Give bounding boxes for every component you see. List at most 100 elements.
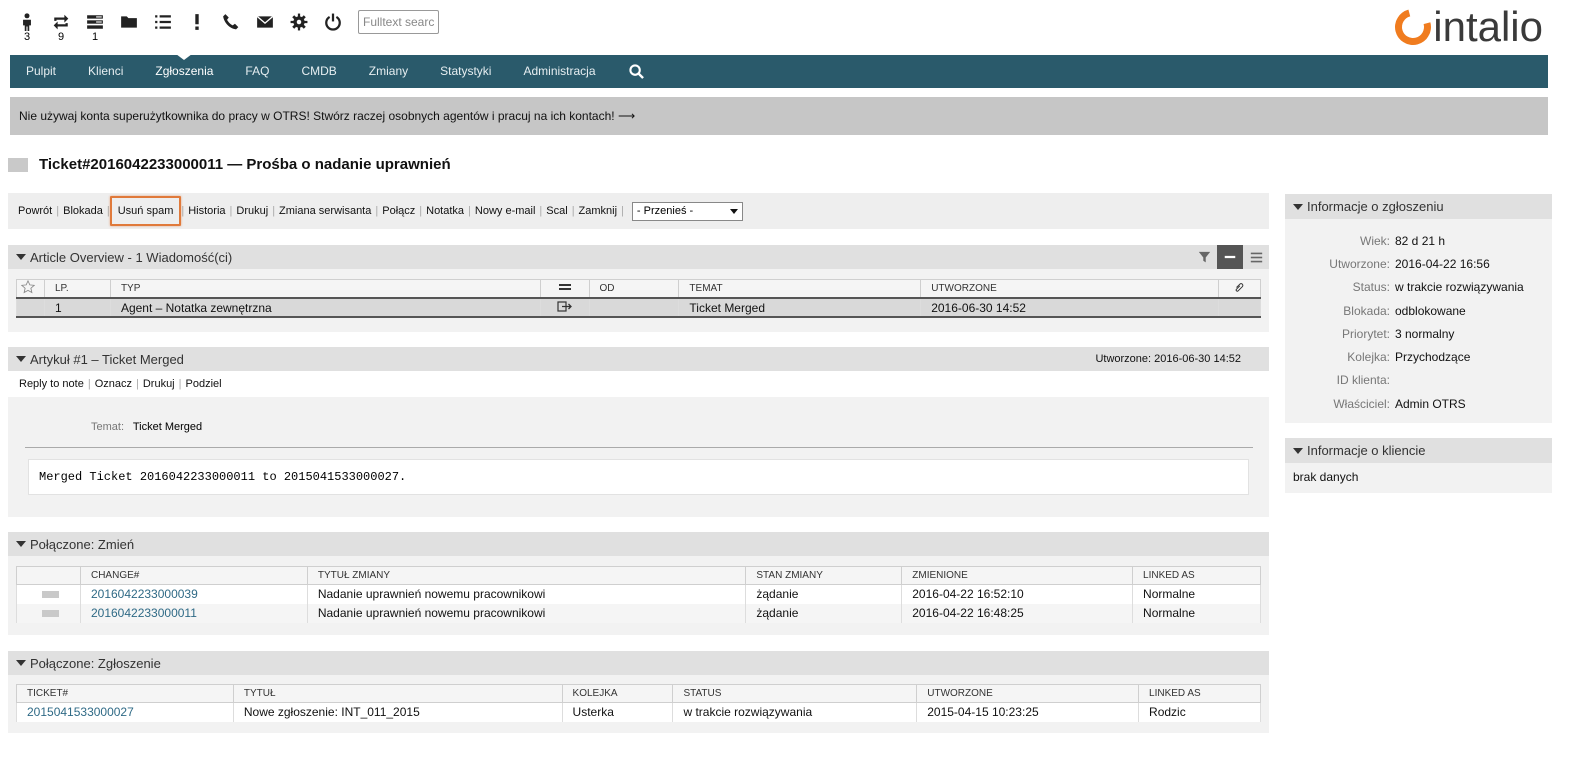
ticket-link[interactable]: 2015041533000027 [27, 705, 134, 719]
column-header-changed[interactable]: ZMIENIONE [901, 566, 1134, 585]
nav-item-pulpit[interactable]: Pulpit [10, 55, 72, 88]
article-body: Merged Ticket 2016042233000011 to 201504… [28, 459, 1249, 495]
article-from [588, 298, 680, 318]
new-email-button[interactable]: Nowy e-mail [471, 205, 540, 217]
split-button[interactable]: Podziel [182, 378, 226, 390]
article-header[interactable]: Artykuł #1 – Ticket Merged Utworzone: 20… [8, 347, 1269, 371]
history-button[interactable]: Historia [184, 205, 229, 217]
column-header-from[interactable]: OD [588, 279, 680, 299]
column-header-queue[interactable]: KOLEJKA [561, 684, 674, 703]
nav-item-cmdb[interactable]: CMDB [285, 55, 352, 88]
column-header-num[interactable]: LP. [43, 279, 111, 299]
change-link[interactable]: 2016042233000039 [91, 587, 198, 601]
ticket-num-cell: 2015041533000027 [16, 702, 234, 722]
article-overview-widget: Article Overview - 1 Wiadomość(ci) LP. T… [8, 245, 1269, 332]
ticket-status: w trakcie rozwiązywania [672, 702, 918, 722]
article-print-button[interactable]: Drukuj [139, 378, 179, 390]
customer-info-header[interactable]: Informacje o kliencie [1285, 438, 1552, 463]
remove-spam-button[interactable]: Usuń spam [109, 196, 182, 226]
column-header-ticket-num[interactable]: TICKET# [16, 684, 234, 703]
folder-icon [121, 16, 137, 28]
column-header-linked-as[interactable]: LINKED AS [1138, 684, 1261, 703]
toolbar-responsible-tickets[interactable]: 1 [78, 8, 112, 44]
mark-button[interactable]: Oznacz [91, 378, 136, 390]
toolbar-queue-view[interactable] [112, 8, 146, 44]
toolbar-locked-tickets[interactable]: 3 [10, 8, 44, 44]
merge-button[interactable]: Scal [542, 205, 571, 217]
reply-to-note-button[interactable]: Reply to note [15, 378, 88, 390]
toolbar-status-view[interactable] [146, 8, 180, 44]
column-header-subject[interactable]: TEMAT [678, 279, 922, 299]
column-header-attachment[interactable] [1217, 279, 1262, 299]
fulltext-search-input[interactable] [358, 10, 439, 34]
lock-button[interactable]: Blokada [59, 205, 107, 217]
column-header-direction[interactable] [539, 279, 590, 299]
filter-button[interactable] [1191, 245, 1217, 269]
nav-item-statystyki[interactable]: Statystyki [424, 55, 507, 88]
change-owner-button[interactable]: Zmiana serwisanta [275, 205, 375, 217]
column-header-ticket-title[interactable]: TYTUŁ [232, 684, 563, 703]
move-queue-select[interactable]: - Przenieś - [631, 201, 743, 221]
nav-item-zgloszenia[interactable]: Zgłoszenia [139, 54, 229, 88]
toolbar-new-phone-ticket[interactable] [214, 8, 248, 44]
superuser-notice[interactable]: Nie używaj konta superużytkownika do pra… [10, 97, 1548, 135]
column-header-type[interactable]: TYP [109, 279, 541, 299]
column-header-linked-as[interactable]: LINKED AS [1132, 566, 1261, 585]
toolbar-new-email-ticket[interactable] [248, 8, 282, 44]
ticket-action-bar: Powrót | Blokada | Usuń spam | Historia | Dr… [8, 193, 1269, 229]
customer-info-title: Informacje o kliencie [1307, 443, 1426, 458]
info-key: Blokada: [1343, 303, 1390, 318]
info-key: Wiek: [1360, 233, 1390, 248]
toolbar-escalation-view[interactable] [180, 8, 214, 44]
state-indicator-cell [16, 603, 81, 623]
info-row-queue: Kolejka: Przychodzące [1285, 345, 1552, 368]
column-header-created[interactable]: UTWORZONE [920, 279, 1219, 299]
info-key: Utworzone: [1329, 256, 1390, 271]
article-num: 1 [43, 298, 111, 318]
info-value: w trakcie rozwiązywania [1395, 280, 1524, 295]
column-header-change-title[interactable]: TYTUŁ ZMIANY [306, 566, 747, 585]
ticket-created: 2015-04-15 10:23:25 [916, 702, 1140, 722]
collapse-view-button[interactable] [1217, 245, 1243, 269]
article-overview-table: LP. TYP OD TEMAT UTWORZONE 1 Agent – Not… [16, 279, 1262, 318]
back-button[interactable]: Powrót [14, 205, 56, 217]
change-state: żądanie [745, 584, 903, 604]
nav-item-klienci[interactable]: Klienci [72, 55, 139, 88]
nav-item-zmiany[interactable]: Zmiany [353, 55, 424, 88]
table-row: 2016042233000011 Nadanie uprawnień nowem… [16, 603, 1261, 623]
ticket-info-header[interactable]: Informacje o zgłoszeniu [1285, 194, 1552, 219]
column-header-status[interactable]: STATUS [672, 684, 918, 703]
article-overview-header[interactable]: Article Overview - 1 Wiadomość(ci) [8, 245, 1269, 269]
ticket-info-rows: Wiek: 82 d 21 h Utworzone: 2016-04-22 16:5… [1285, 219, 1552, 423]
table-row: 2015041533000027 Nowe zgłoszenie: INT_01… [16, 702, 1261, 722]
change-title: Nadanie uprawnień nowemu pracownikowi [306, 584, 747, 604]
overview-tools [1191, 245, 1269, 269]
expand-view-button[interactable] [1243, 245, 1269, 269]
linked-changes-header[interactable]: Połączone: Zmień [8, 532, 1269, 556]
nav-item-faq[interactable]: FAQ [229, 55, 285, 88]
nav-item-administracja[interactable]: Administracja [507, 55, 611, 88]
note-button[interactable]: Notatka [422, 205, 468, 217]
print-button[interactable]: Drukuj [232, 205, 272, 217]
article-created: 2016-06-30 14:52 [920, 298, 1219, 318]
info-row-lock: Blokada: odblokowane [1285, 299, 1552, 322]
info-key: Właściciel: [1333, 396, 1390, 411]
toolbar-preferences[interactable] [282, 8, 316, 44]
linked-tickets-header[interactable]: Połączone: Zgłoszenie [8, 651, 1269, 675]
column-header-created[interactable]: UTWORZONE [916, 684, 1140, 703]
close-button[interactable]: Zamknij [575, 205, 622, 217]
info-value: 82 d 21 h [1395, 233, 1446, 248]
toolbar-logout[interactable] [316, 8, 350, 44]
column-header-change-num[interactable]: CHANGE# [79, 566, 308, 585]
nav-search-button[interactable] [622, 55, 652, 88]
info-key: Kolejka: [1347, 350, 1390, 365]
star-cell[interactable] [16, 298, 45, 318]
change-linked-as: Normalne [1132, 603, 1261, 623]
column-header-change-state[interactable]: STAN ZMIANY [745, 566, 903, 585]
toolbar-watched-tickets[interactable]: 9 [44, 8, 78, 44]
link-button[interactable]: Połącz [378, 205, 419, 217]
star-column-header[interactable] [16, 279, 45, 299]
table-row[interactable]: 1 Agent – Notatka zewnętrzna Ticket Merg… [16, 298, 1262, 318]
change-link[interactable]: 2016042233000011 [91, 606, 197, 620]
brand-logo: intalio [1388, 2, 1543, 52]
